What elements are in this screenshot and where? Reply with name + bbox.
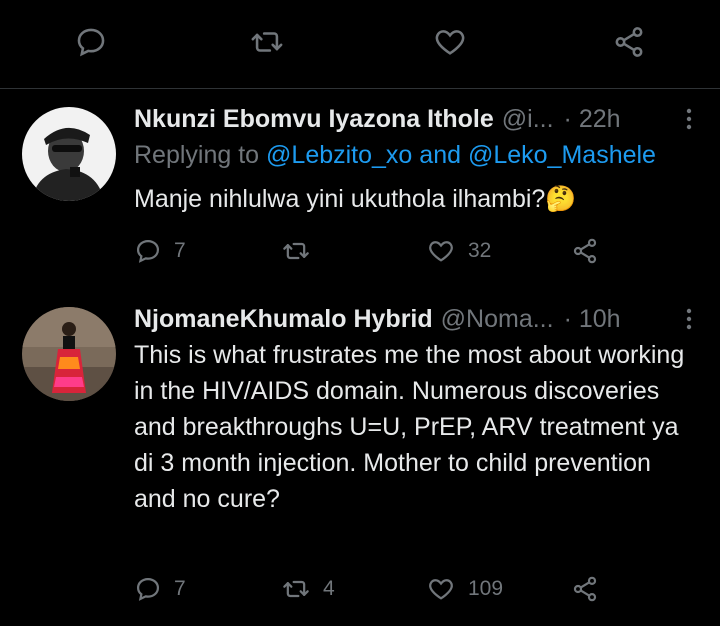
retweet-button[interactable]: 4 — [281, 573, 335, 605]
more-options-icon[interactable] — [678, 302, 700, 336]
avatar[interactable] — [22, 307, 116, 401]
retweet-icon — [283, 242, 309, 260]
retweet-icon[interactable] — [247, 22, 287, 62]
tweet-text: Manje nihlulwa yini ukuthola ilhambi?🤔 — [134, 185, 577, 213]
share-icon — [573, 576, 597, 602]
tweet-header: Nkunzi Ebomvu Iyazona Ithole @i... · 22h — [134, 102, 700, 136]
like-count: 109 — [468, 577, 504, 600]
like-icon[interactable] — [430, 22, 470, 62]
timestamp[interactable]: · 10h — [564, 305, 621, 334]
reply-icon — [136, 239, 160, 263]
user-handle[interactable]: @i... — [502, 105, 554, 134]
share-button[interactable] — [570, 573, 600, 605]
tweet[interactable]: Nkunzi Ebomvu Iyazona Ithole @i... · 22h… — [0, 89, 720, 299]
reply-count: 7 — [174, 577, 186, 600]
reply-button[interactable]: 7 — [134, 573, 186, 605]
display-name[interactable]: Nkunzi Ebomvu Iyazona Ithole — [134, 105, 494, 134]
share-icon[interactable] — [609, 22, 649, 62]
display-name[interactable]: NjomaneKhumalo Hybrid — [134, 305, 433, 334]
like-button[interactable]: 32 — [426, 235, 491, 267]
share-icon — [573, 238, 597, 264]
tweet-header: NjomaneKhumalo Hybrid @Noma... · 10h — [134, 302, 700, 336]
like-icon — [429, 241, 453, 262]
replying-prefix: Replying to — [134, 141, 260, 169]
retweet-button[interactable] — [281, 235, 323, 267]
reply-button[interactable]: 7 — [134, 235, 186, 267]
share-button[interactable] — [570, 235, 600, 267]
retweet-count: 4 — [323, 577, 335, 600]
replying-and: and — [419, 141, 462, 169]
avatar[interactable] — [22, 107, 116, 201]
top-action-bar — [0, 0, 720, 88]
reply-count: 7 — [174, 239, 186, 262]
tweet-text: This is what frustrates me the most abou… — [134, 341, 685, 513]
reply-icon — [136, 577, 160, 601]
like-button[interactable]: 109 — [426, 573, 503, 605]
like-count: 32 — [468, 239, 492, 262]
mention-link[interactable]: @Leko_Mashele — [468, 141, 656, 169]
more-options-icon[interactable] — [678, 102, 700, 136]
reply-icon[interactable] — [71, 22, 111, 62]
mention-link[interactable]: @Lebzito_xo — [266, 141, 412, 169]
replying-to: Replying to @Lebzito_xo and @Leko_Mashel… — [134, 141, 656, 170]
timestamp[interactable]: · 22h — [564, 105, 621, 134]
like-icon — [429, 579, 453, 600]
user-handle[interactable]: @Noma... — [441, 305, 554, 334]
tweet[interactable]: NjomaneKhumalo Hybrid @Noma... · 10h Thi… — [0, 299, 720, 626]
tweet-actions: 7 4 109 — [134, 573, 614, 605]
retweet-icon — [283, 580, 309, 598]
tweet-actions: 7 32 — [134, 235, 614, 267]
